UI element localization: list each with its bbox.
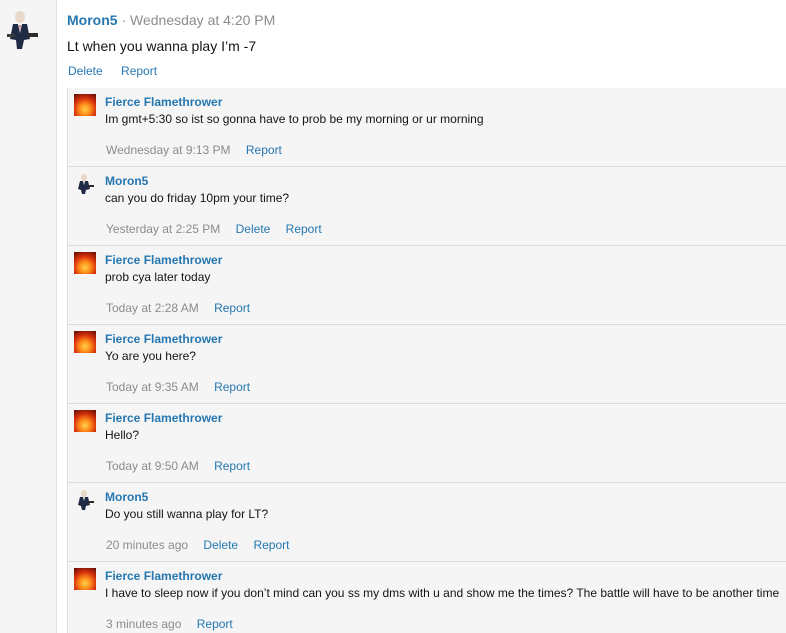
- comment-time[interactable]: Today at 9:35 AM: [106, 380, 199, 394]
- post-author-link[interactable]: Moron5: [67, 12, 118, 28]
- comment-author-link[interactable]: Fierce Flamethrower: [105, 253, 222, 267]
- moron5-avatar-icon[interactable]: [74, 173, 96, 195]
- comment-item: Fierce Flamethrower I have to sleep now …: [68, 562, 786, 633]
- comment-report-link[interactable]: Report: [214, 459, 250, 473]
- post-text: Lt when you wanna play I’m -7: [67, 38, 257, 54]
- flame-avatar-icon[interactable]: [74, 252, 96, 274]
- comment-delete-link[interactable]: Delete: [236, 222, 271, 236]
- comment-time[interactable]: Yesterday at 2:25 PM: [106, 222, 220, 236]
- profile-post-page: Moron5 · Wednesday at 4:20 PM Lt when yo…: [0, 0, 786, 633]
- comment-report-link[interactable]: Report: [197, 617, 233, 631]
- comment-item: Fierce Flamethrower Yo are you here? Tod…: [68, 325, 786, 404]
- moron5-avatar-icon[interactable]: [74, 489, 96, 511]
- comment-text: I have to sleep now if you don’t mind ca…: [105, 586, 780, 600]
- comment-author-link[interactable]: Moron5: [105, 490, 148, 504]
- flame-avatar-icon[interactable]: [74, 568, 96, 590]
- comment-footer: Today at 2:28 AM Report: [106, 301, 262, 315]
- post-timestamp[interactable]: · Wednesday at 4:20 PM: [121, 12, 275, 28]
- comment-item: Moron5 Do you still wanna play for LT? 2…: [68, 483, 786, 562]
- comment-report-link[interactable]: Report: [253, 538, 289, 552]
- comment-text: can you do friday 10pm your time?: [105, 191, 290, 205]
- comment-author-link[interactable]: Fierce Flamethrower: [105, 569, 222, 583]
- comment-author-link[interactable]: Fierce Flamethrower: [105, 332, 222, 346]
- comment-delete-link[interactable]: Delete: [203, 538, 238, 552]
- comment-footer: Wednesday at 9:13 PM Report: [106, 143, 294, 157]
- comment-footer: Yesterday at 2:25 PM Delete Report: [106, 222, 334, 236]
- comment-text: Yo are you here?: [105, 349, 196, 363]
- moron5-avatar[interactable]: [4, 9, 40, 51]
- comment-report-link[interactable]: Report: [246, 143, 282, 157]
- comment-author-link[interactable]: Moron5: [105, 174, 148, 188]
- comment-text: Do you still wanna play for LT?: [105, 507, 269, 521]
- flame-avatar-icon[interactable]: [74, 94, 96, 116]
- comment-footer: Today at 9:50 AM Report: [106, 459, 262, 473]
- comment-text: Im gmt+5:30 so ist so gonna have to prob…: [105, 112, 484, 126]
- post-delete-link[interactable]: Delete: [68, 64, 103, 78]
- comment-footer: 3 minutes ago Report: [106, 617, 245, 631]
- comment-time[interactable]: Wednesday at 9:13 PM: [106, 143, 231, 157]
- flame-avatar-icon[interactable]: [74, 331, 96, 353]
- comment-item: Moron5 can you do friday 10pm your time?…: [68, 167, 786, 246]
- comment-footer: 20 minutes ago Delete Report: [106, 538, 301, 552]
- comment-report-link[interactable]: Report: [286, 222, 322, 236]
- comments-list: Fierce Flamethrower Im gmt+5:30 so ist s…: [67, 88, 786, 633]
- comment-author-link[interactable]: Fierce Flamethrower: [105, 95, 222, 109]
- comment-report-link[interactable]: Report: [214, 380, 250, 394]
- post-header: Moron5 · Wednesday at 4:20 PM: [67, 12, 275, 28]
- comment-report-link[interactable]: Report: [214, 301, 250, 315]
- comment-item: Fierce Flamethrower Hello? Today at 9:50…: [68, 404, 786, 483]
- comment-time[interactable]: Today at 2:28 AM: [106, 301, 199, 315]
- comment-time[interactable]: 3 minutes ago: [106, 617, 181, 631]
- avatar-gutter: [0, 0, 57, 633]
- comment-item: Fierce Flamethrower prob cya later today…: [68, 246, 786, 325]
- comment-text: prob cya later today: [105, 270, 211, 284]
- comment-footer: Today at 9:35 AM Report: [106, 380, 262, 394]
- post-report-link[interactable]: Report: [121, 64, 157, 78]
- comment-time[interactable]: Today at 9:50 AM: [106, 459, 199, 473]
- comment-text: Hello?: [105, 428, 140, 442]
- post-actions: Delete Report: [68, 64, 172, 78]
- comment-author-link[interactable]: Fierce Flamethrower: [105, 411, 222, 425]
- comment-item: Fierce Flamethrower Im gmt+5:30 so ist s…: [68, 88, 786, 167]
- flame-avatar-icon[interactable]: [74, 410, 96, 432]
- comment-time[interactable]: 20 minutes ago: [106, 538, 188, 552]
